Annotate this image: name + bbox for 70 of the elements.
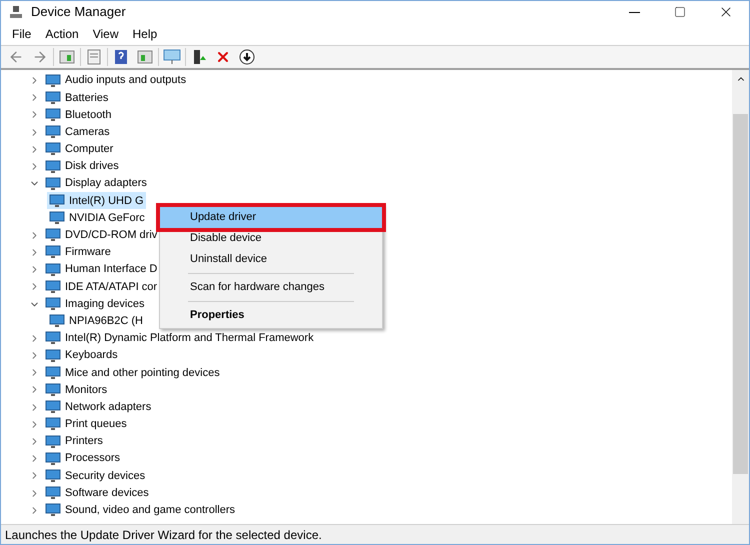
tree-item[interactable]: Intel(R) UHD G	[47, 192, 146, 210]
help-icon	[114, 49, 128, 65]
scroll-bar[interactable]	[732, 70, 749, 524]
menu-item[interactable]: Action	[38, 25, 86, 43]
device-icon	[49, 211, 65, 226]
device-icon	[45, 297, 61, 312]
menu-item[interactable]: Scan for hardware changes	[160, 277, 382, 298]
tree-item[interactable]: Computer	[65, 141, 114, 158]
tree-item[interactable]: Keyboards	[65, 347, 118, 364]
device-icon	[45, 245, 61, 260]
tree-item[interactable]: Intel(R) Dynamic Platform and Thermal Framework	[65, 330, 314, 347]
device-icon	[49, 314, 65, 328]
device-icon	[45, 503, 61, 518]
device-icon	[45, 468, 61, 483]
device-icon	[45, 176, 61, 191]
device-icon	[45, 486, 61, 500]
device-icon	[45, 382, 61, 397]
tree-item[interactable]: Batteries	[65, 90, 108, 106]
tree-item[interactable]: Processors	[65, 450, 120, 467]
delete-icon	[215, 49, 231, 65]
tree-item[interactable]: Human Interface D	[65, 261, 158, 278]
device-icon	[45, 160, 61, 174]
device-arrow-icon	[192, 49, 206, 65]
tree-item[interactable]: Security devices	[65, 468, 146, 484]
window-title: Device Manager	[31, 3, 126, 22]
device-icon	[45, 262, 61, 277]
device-icon	[49, 194, 65, 208]
device-icon	[45, 90, 61, 105]
device-icon	[45, 331, 61, 346]
menu-item[interactable]: Uninstall device	[160, 249, 382, 270]
tree-item[interactable]: Firmware	[65, 244, 111, 261]
device-icon	[45, 452, 61, 466]
menu-item[interactable]: View	[86, 25, 126, 43]
tree-item[interactable]: Disk drives	[65, 158, 119, 175]
app-icon	[9, 5, 23, 19]
tree-item[interactable]: Mice and other pointing devices	[65, 364, 220, 382]
tree-item[interactable]: Print queues	[65, 416, 127, 433]
tree-item[interactable]: NVIDIA GeForc	[47, 210, 147, 227]
tree-item[interactable]: Sound, video and game controllers	[65, 502, 235, 519]
device-icon	[45, 280, 61, 294]
tree-item[interactable]: Display adapters	[65, 175, 147, 192]
tree-item[interactable]: Network adapters	[65, 398, 152, 416]
menu-item[interactable]: Help	[126, 25, 164, 43]
device-icon	[45, 348, 61, 363]
tree-item[interactable]: DVD/CD-ROM driv	[65, 227, 158, 244]
tree-item[interactable]: Software devices	[65, 484, 149, 502]
device-icon	[45, 400, 61, 414]
device-icon	[45, 417, 61, 432]
tree-item[interactable]: Cameras	[65, 124, 110, 140]
device-icon	[45, 228, 61, 242]
device-icon	[45, 434, 61, 449]
tree-item[interactable]: Printers	[65, 433, 103, 450]
tree-item[interactable]: Audio inputs and outputs	[65, 72, 186, 89]
device-icon	[45, 142, 61, 156]
device-icon	[45, 74, 61, 88]
device-icon	[45, 125, 61, 140]
tree-item[interactable]: Imaging devices	[65, 296, 144, 312]
device-icon	[45, 108, 61, 122]
maximize-icon	[674, 6, 686, 18]
menu-item[interactable]: Disable device	[160, 228, 382, 249]
menu-item[interactable]: File	[5, 25, 38, 43]
menu-item[interactable]: Properties	[160, 305, 382, 326]
menu-item[interactable]: Update driver	[160, 207, 382, 228]
tree-item[interactable]: Monitors	[65, 382, 108, 398]
tree-item[interactable]: Bluetooth	[65, 106, 112, 124]
tree-item[interactable]: NPIA96B2C (H	[47, 312, 145, 330]
tree-item[interactable]: IDE ATA/ATAPI cor	[65, 278, 158, 296]
forward-arrow-icon	[32, 49, 48, 65]
status-text: Launches the Update Driver Wizard for the selected device.	[5, 526, 322, 544]
device-icon	[45, 366, 61, 380]
